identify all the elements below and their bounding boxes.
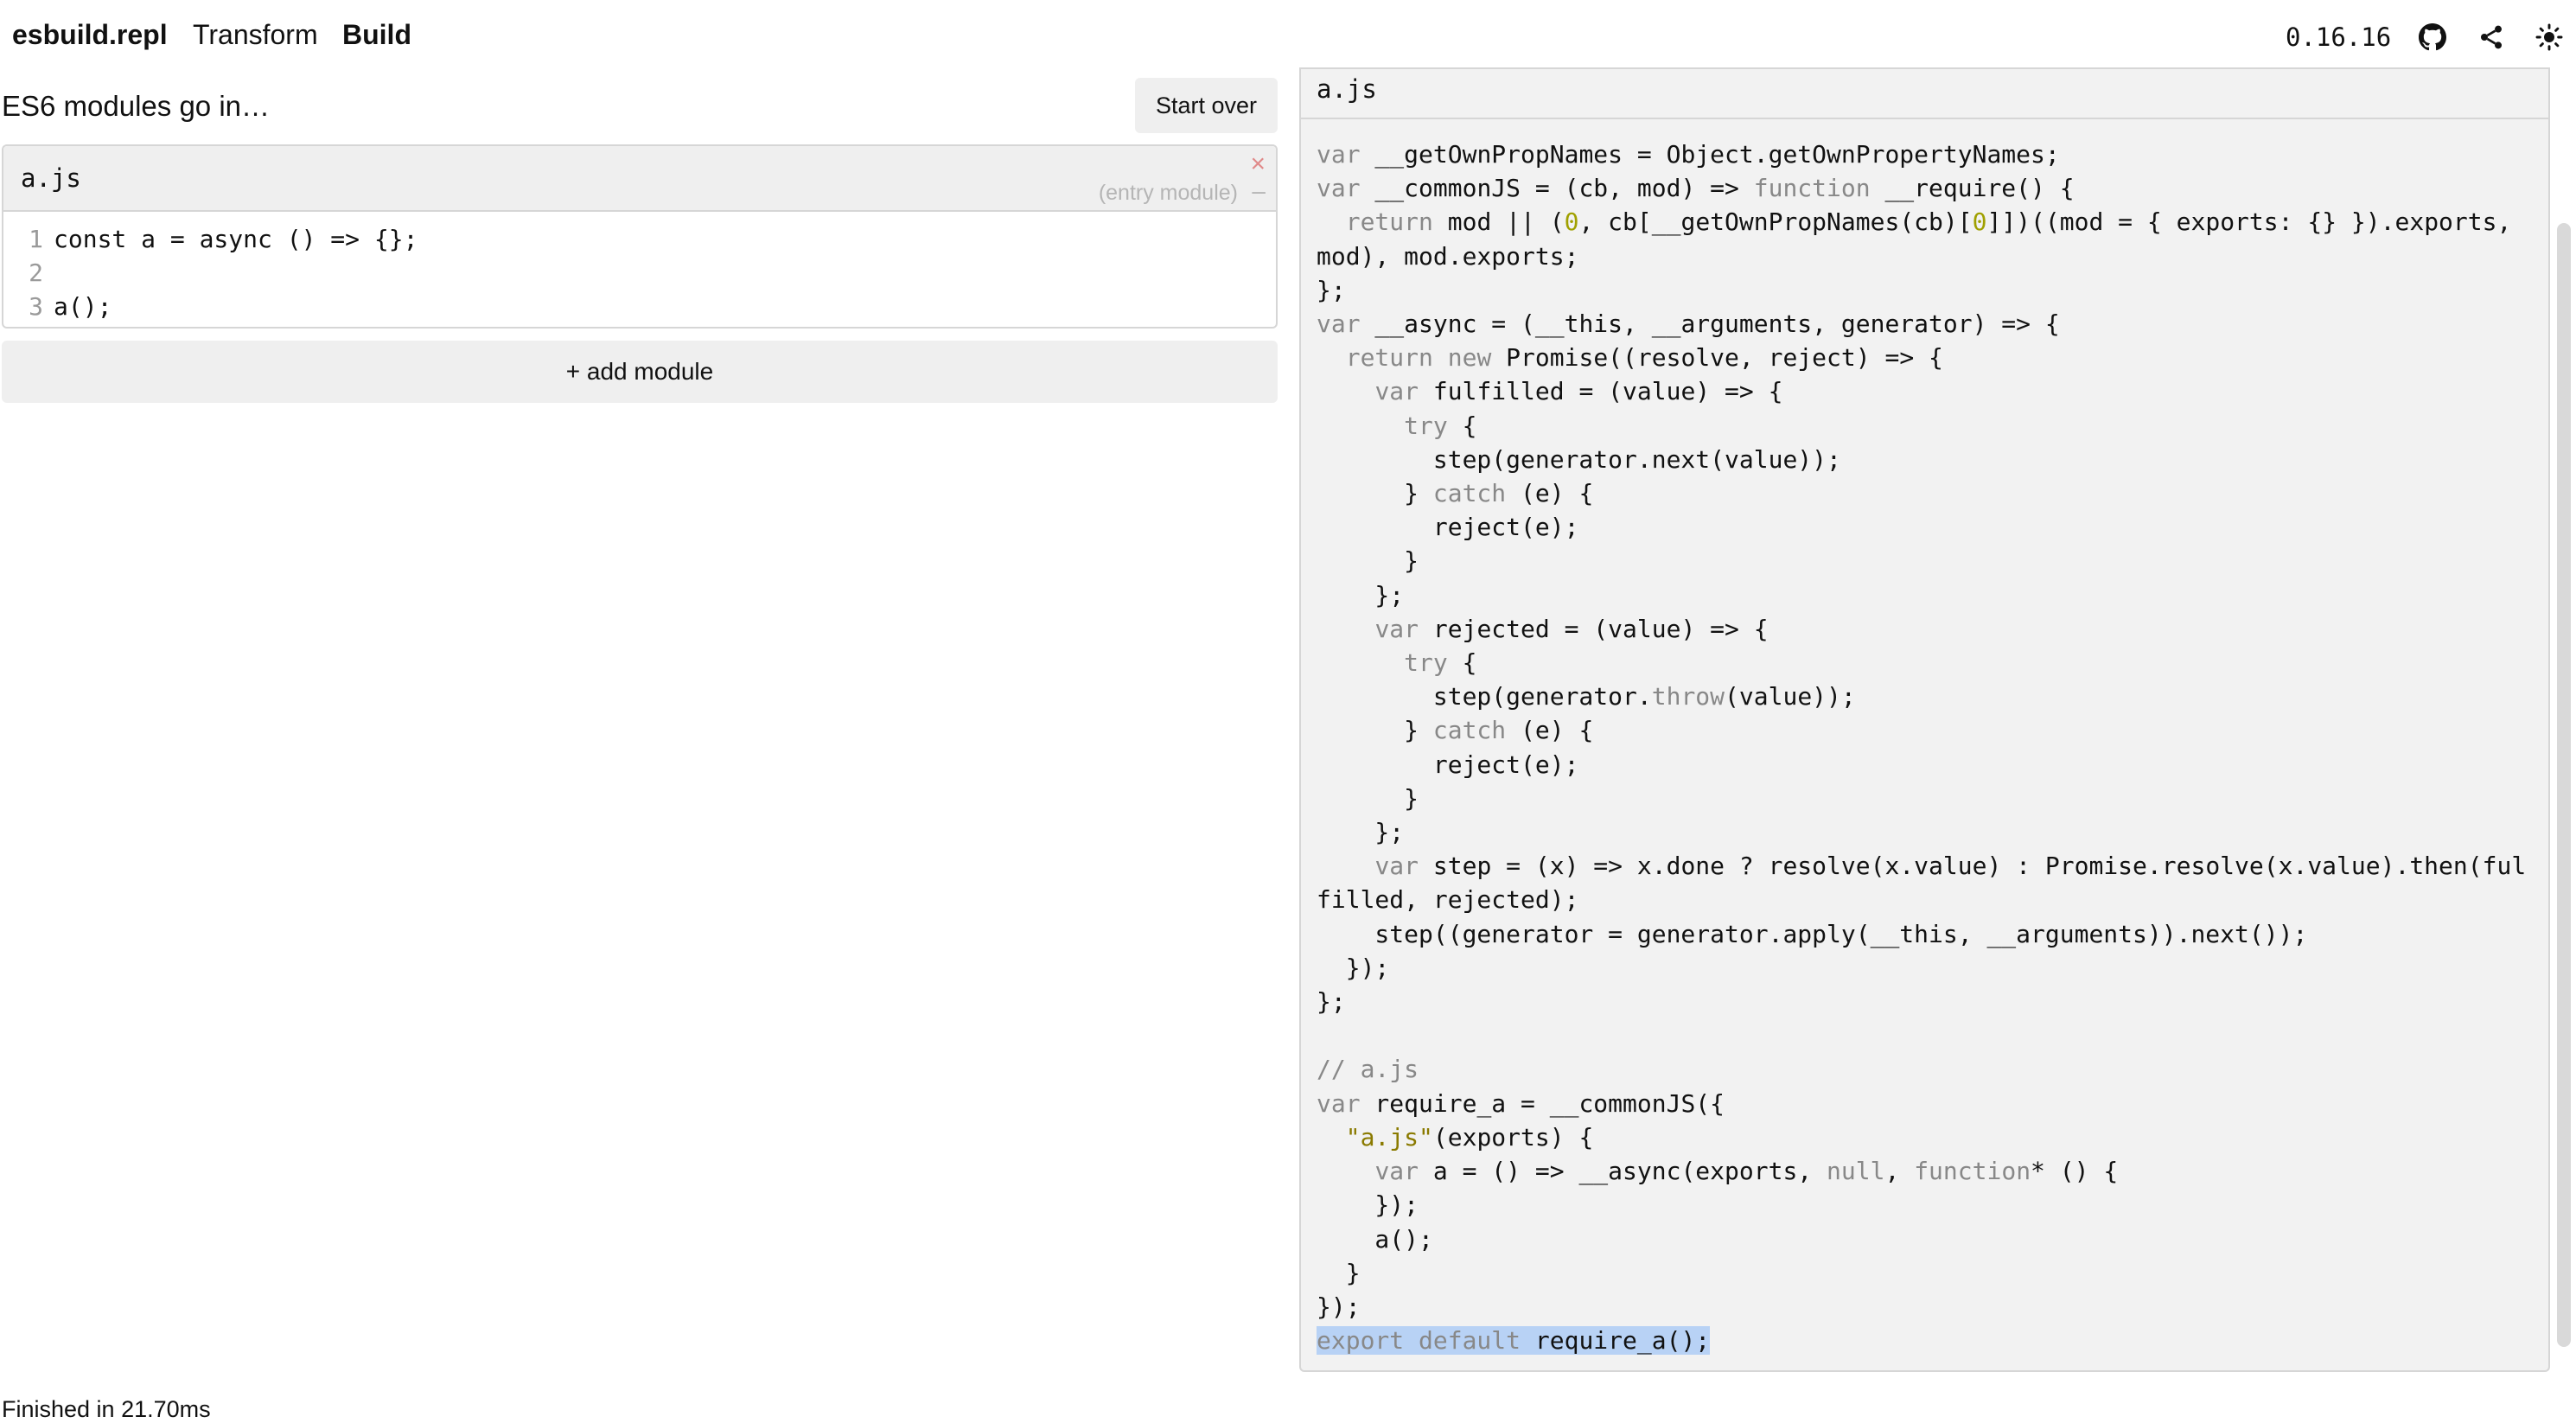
github-icon[interactable] [2418, 22, 2447, 52]
line-number: 1 [29, 225, 43, 253]
output-code-line: var require_a = __commonJS({ [1317, 1088, 1725, 1118]
output-code-line: return new Promise((resolve, reject) => … [1345, 343, 1943, 373]
output-code-line: var __getOwnPropNames = Object.getOwnPro… [1317, 140, 2060, 169]
add-module-button[interactable]: + add module [2, 341, 1278, 403]
output-code-line: step(generator.next(value)); [1432, 444, 1841, 474]
output-panel: a.js var __getOwnPropNames = Object.getO… [1299, 67, 2550, 1372]
output-code-line: filled, rejected); [1317, 885, 1579, 915]
output-code-line: var step = (x) => x.done ? resolve(x.val… [1374, 852, 2527, 881]
version-selector[interactable]: 0.16.16 [2286, 22, 2391, 52]
output-code-line: }); [1374, 1190, 1419, 1220]
theme-sun-icon[interactable] [2535, 22, 2564, 52]
collapse-module-icon[interactable]: – [1252, 177, 1266, 205]
output-code-line: step(generator.throw(value)); [1317, 682, 1856, 712]
output-code-line: } catch (e) { [1317, 716, 1594, 745]
output-code-line: }); [1345, 953, 1390, 982]
output-code-line: try { [1404, 648, 1477, 678]
output-code-line: var __async = (__this, __arguments, gene… [1317, 309, 2060, 339]
entry-module-label[interactable]: (entry module) [1099, 181, 1238, 206]
build-status-text: Finished in 21.70ms [2, 1396, 211, 1422]
module-card: a.js × (entry module) – 1 const a = asyn… [2, 144, 1278, 329]
module-header: a.js × (entry module) – [3, 146, 1276, 212]
output-file-name: a.js [1317, 74, 1377, 104]
share-icon[interactable] [2477, 22, 2506, 52]
editor-line: 1 const a = async () => {}; [3, 222, 1276, 256]
output-code-line: return mod || (0, cb[__getOwnPropNames(c… [1345, 207, 2512, 237]
editor-line: 3 a(); [3, 290, 1276, 323]
output-code-line: var a = () => __async(exports, null, fun… [1374, 1157, 2119, 1186]
output-code-line: var __commonJS = (cb, mod) => function _… [1317, 174, 2075, 203]
line-code[interactable]: const a = async () => {}; [54, 222, 418, 256]
output-code-line: } [1404, 783, 1419, 813]
output-code-line: }; [1374, 818, 1405, 847]
output-code[interactable]: var __getOwnPropNames = Object.getOwnPro… [1317, 137, 2535, 1357]
output-code-line: var rejected = (value) => { [1374, 614, 1769, 643]
tab-transform[interactable]: Transform [193, 19, 318, 51]
output-code-line: reject(e); [1432, 513, 1579, 542]
output-code-line: step((generator = generator.apply(__this… [1374, 919, 2308, 948]
output-code-line: var fulfilled = (value) => { [1374, 377, 1783, 406]
output-code-line: a(); [1374, 1224, 1433, 1254]
tab-build[interactable]: Build [342, 19, 411, 51]
close-module-icon[interactable]: × [1250, 151, 1266, 177]
output-code-line: "a.js"(exports) { [1345, 1122, 1594, 1152]
output-code-line: }); [1317, 1292, 1361, 1321]
line-number: 2 [29, 258, 43, 287]
output-code-line: export default require_a(); [1317, 1326, 1711, 1356]
page-scrollbar[interactable] [2552, 67, 2576, 1372]
module-code-editor[interactable]: 1 const a = async () => {}; 2 3 a(); [3, 212, 1276, 327]
scrollbar-thumb[interactable] [2557, 223, 2571, 1347]
input-section-title: ES6 modules go in… [2, 90, 271, 122]
output-code-line: } [1404, 546, 1419, 576]
output-code-line: } [1345, 1258, 1361, 1287]
output-code-line: reject(e); [1432, 750, 1579, 779]
output-code-line: } catch (e) { [1317, 479, 1594, 508]
output-code-line: }; [1317, 275, 1346, 304]
output-code-line: }; [1374, 580, 1405, 609]
line-code[interactable]: a(); [54, 290, 112, 323]
start-over-button[interactable]: Start over [1135, 78, 1278, 133]
line-number: 3 [29, 292, 43, 321]
output-code-line: }; [1317, 987, 1346, 1017]
top-navigation: esbuild.repl Transform Build 0.16.16 [0, 0, 2576, 73]
output-code-line: try { [1404, 411, 1477, 440]
output-code-line: mod), mod.exports; [1317, 241, 1579, 271]
editor-line: 2 [3, 256, 1276, 290]
output-code-line: // a.js [1317, 1055, 1419, 1084]
module-name-field[interactable]: a.js [21, 163, 81, 193]
brand-logo-text[interactable]: esbuild.repl [12, 19, 168, 51]
output-file-header: a.js [1301, 69, 2548, 119]
